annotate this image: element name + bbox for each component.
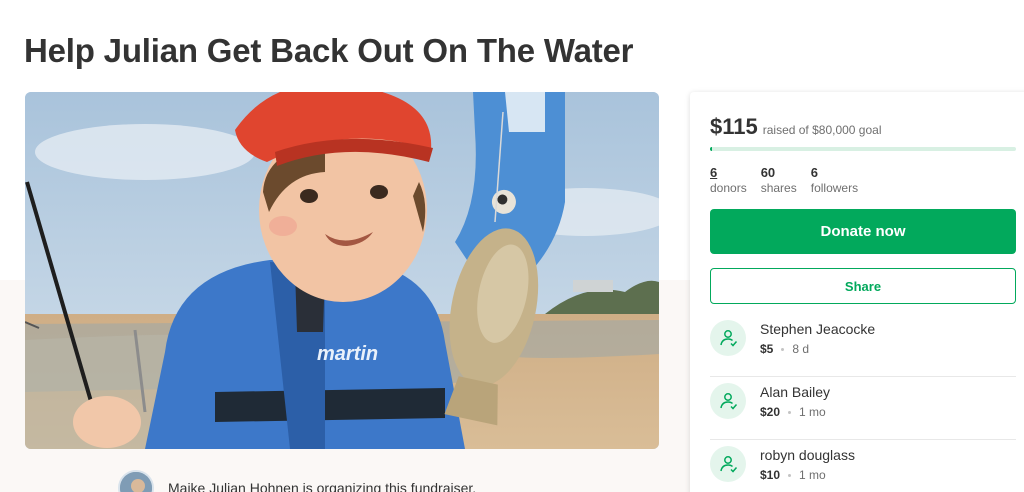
donation-time: 1 mo <box>799 405 826 419</box>
donation-amount: $5 <box>760 342 774 356</box>
donation-item: robyn douglass $10 1 mo <box>710 440 1016 492</box>
separator-dot <box>788 410 792 414</box>
goal-text: raised of $80,000 goal <box>762 123 882 137</box>
stat-donors[interactable]: 6 donors <box>710 165 747 196</box>
raised-amount: $115 <box>710 114 758 139</box>
donation-time: 1 mo <box>799 468 826 482</box>
hand-heart-icon <box>710 383 746 419</box>
hero-illustration: martin <box>25 92 659 449</box>
stat-followers: 6 followers <box>811 165 858 196</box>
hand-heart-icon <box>710 320 746 356</box>
progress-bar <box>710 147 1016 151</box>
donate-now-button[interactable]: Donate now <box>710 209 1016 254</box>
hand-heart-icon <box>710 446 746 482</box>
donation-item: Alan Bailey $20 1 mo <box>710 377 1016 440</box>
share-button[interactable]: Share <box>710 268 1016 304</box>
organizer-row: Maike Julian Hohnen is organizing this f… <box>118 470 476 492</box>
donation-time: 8 d <box>792 342 810 356</box>
jacket-logo-text: martin <box>317 343 378 365</box>
followers-count: 6 <box>810 165 818 180</box>
donation-item: Stephen Jeacocke $5 8 d <box>710 314 1016 377</box>
raised-summary: $115 raised of $80,000 goal <box>710 114 882 140</box>
stat-shares: 60 shares <box>761 165 797 196</box>
progress-fill <box>710 147 713 151</box>
donors-count[interactable]: 6 <box>710 165 747 180</box>
donation-amount: $20 <box>760 405 781 419</box>
shares-label: shares <box>760 181 797 195</box>
recent-donations-list: Stephen Jeacocke $5 8 d Alan Bailey $20 … <box>710 314 1016 492</box>
separator-dot <box>788 473 792 477</box>
donor-name: Stephen Jeacocke <box>760 321 876 337</box>
organizer-text: Maike Julian Hohnen is organizing this f… <box>168 480 477 492</box>
donor-name: Alan Bailey <box>760 384 831 400</box>
donation-amount: $10 <box>760 468 781 482</box>
donation-sidebar: $115 raised of $80,000 goal 6 donors 60 … <box>690 92 1024 492</box>
shares-count: 60 <box>760 165 776 180</box>
separator-dot <box>781 347 785 351</box>
campaign-title: Help Julian Get Back Out On The Water <box>24 32 634 69</box>
campaign-hero-image[interactable]: martin <box>25 92 659 449</box>
followers-label: followers <box>810 181 859 195</box>
organizer-avatar[interactable] <box>118 470 154 492</box>
donors-label: donors <box>710 181 747 195</box>
campaign-stats: 6 donors 60 shares 6 followers <box>710 165 858 196</box>
donor-name: robyn douglass <box>760 447 855 463</box>
